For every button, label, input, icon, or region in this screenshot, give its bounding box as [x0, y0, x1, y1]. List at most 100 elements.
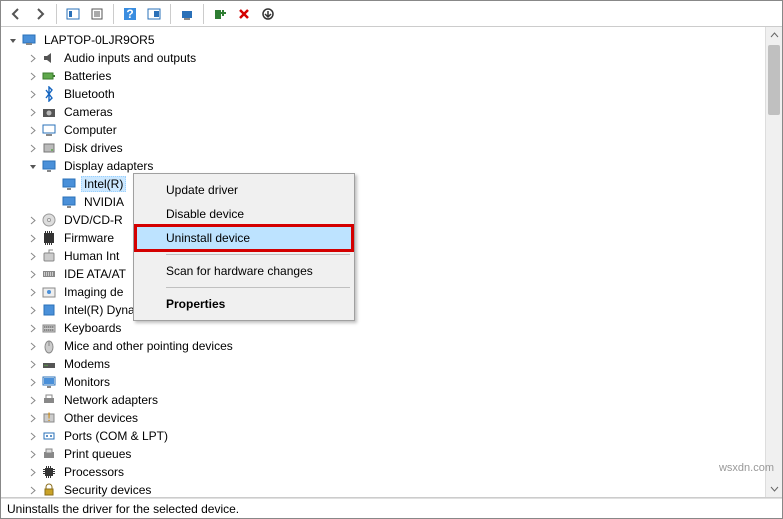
tree-item-root[interactable]: LAPTOP-0LJR9OR5 — [7, 31, 765, 49]
tree-item-display-adapters[interactable]: Display adapters — [7, 157, 765, 175]
dvd-icon — [41, 212, 57, 228]
chevron-right-icon[interactable] — [27, 250, 39, 262]
tree-item-monitors[interactable]: Monitors — [7, 373, 765, 391]
disk-icon — [41, 140, 57, 156]
properties-button[interactable] — [86, 3, 108, 25]
chevron-right-icon[interactable] — [27, 88, 39, 100]
chevron-right-icon[interactable] — [27, 52, 39, 64]
uninstall-button[interactable] — [233, 3, 255, 25]
tree-item-keyboards[interactable]: Keyboards — [7, 319, 765, 337]
chevron-right-icon[interactable] — [27, 394, 39, 406]
update-driver-button[interactable] — [257, 3, 279, 25]
tree-item-label: NVIDIA — [81, 195, 127, 209]
menu-item-update-driver[interactable]: Update driver — [136, 178, 352, 202]
menu-item-disable-device[interactable]: Disable device — [136, 202, 352, 226]
tree-item-label: Monitors — [61, 375, 113, 389]
display-icon — [61, 194, 77, 210]
menu-item-label: Disable device — [166, 207, 244, 221]
tree-item-other-devices[interactable]: ! Other devices — [7, 409, 765, 427]
tree-item-ports-com-lpt[interactable]: Ports (COM & LPT) — [7, 427, 765, 445]
tree-item-firmware[interactable]: Firmware — [7, 229, 765, 247]
forward-button[interactable] — [29, 3, 51, 25]
chevron-right-icon[interactable] — [27, 268, 39, 280]
chevron-right-icon[interactable] — [27, 106, 39, 118]
tree-item-label: Print queues — [61, 447, 134, 461]
chevron-right-icon — [47, 178, 59, 190]
chevron-right-icon[interactable] — [27, 142, 39, 154]
tree-item-label: Intel(R) — [81, 176, 126, 192]
chevron-right-icon[interactable] — [27, 70, 39, 82]
show-hidden-button[interactable] — [62, 3, 84, 25]
chevron-right-icon[interactable] — [27, 484, 39, 496]
back-button[interactable] — [5, 3, 27, 25]
tree-item-bluetooth[interactable]: Bluetooth — [7, 85, 765, 103]
chevron-right-icon[interactable] — [27, 340, 39, 352]
chevron-down-icon[interactable] — [27, 160, 39, 172]
svg-text:!: ! — [47, 410, 50, 424]
chevron-right-icon[interactable] — [27, 358, 39, 370]
tree-item-print-queues[interactable]: Print queues — [7, 445, 765, 463]
tree-item-dvd-cd-r[interactable]: DVD/CD-R — [7, 211, 765, 229]
menu-item-uninstall-device[interactable]: Uninstall device — [136, 226, 352, 250]
firmware-icon — [41, 230, 57, 246]
tree-item-label: Mice and other pointing devices — [61, 339, 236, 353]
separator-icon — [113, 4, 114, 24]
device-tree[interactable]: LAPTOP-0LJR9OR5 Audio inputs and outputs B… — [1, 27, 765, 497]
scrollbar-thumb[interactable] — [768, 45, 780, 115]
separator-icon — [203, 4, 204, 24]
chevron-right-icon[interactable] — [27, 304, 39, 316]
view-button[interactable] — [143, 3, 165, 25]
chevron-right-icon[interactable] — [27, 448, 39, 460]
status-bar: Uninstalls the driver for the selected d… — [1, 498, 782, 518]
tree-item-network-adapters[interactable]: Network adapters — [7, 391, 765, 409]
chevron-down-icon[interactable] — [7, 34, 19, 46]
tree-item-modems[interactable]: Modems — [7, 355, 765, 373]
battery-icon — [41, 68, 57, 84]
add-legacy-button[interactable] — [209, 3, 231, 25]
chevron-right-icon[interactable] — [27, 466, 39, 478]
tree-item-audio-inputs-and-outputs[interactable]: Audio inputs and outputs — [7, 49, 765, 67]
tree-item-computer[interactable]: Computer — [7, 121, 765, 139]
svg-text:?: ? — [126, 7, 133, 21]
tree-item-imaging-de[interactable]: Imaging de — [7, 283, 765, 301]
tree-item-label: IDE ATA/AT — [61, 267, 129, 281]
tree-item-processors[interactable]: Processors — [7, 463, 765, 481]
menu-item-properties[interactable]: Properties — [136, 292, 352, 316]
tree-item-label: Cameras — [61, 105, 116, 119]
tree-item-ide-ata-at[interactable]: IDE ATA/AT — [7, 265, 765, 283]
help-button[interactable]: ? — [119, 3, 141, 25]
tree-item-cameras[interactable]: Cameras — [7, 103, 765, 121]
chevron-right-icon[interactable] — [27, 322, 39, 334]
tree-item-intel-r-[interactable]: Intel(R) — [7, 175, 765, 193]
scroll-down-icon[interactable] — [766, 480, 782, 497]
scroll-up-icon[interactable] — [766, 27, 782, 44]
tree-item-security-devices[interactable]: Security devices — [7, 481, 765, 497]
imaging-icon — [41, 284, 57, 300]
tree-item-label: Audio inputs and outputs — [61, 51, 199, 65]
processor-icon — [41, 464, 57, 480]
chevron-right-icon[interactable] — [27, 124, 39, 136]
chevron-right-icon[interactable] — [27, 376, 39, 388]
scan-hardware-button[interactable] — [176, 3, 198, 25]
tree-item-mice-and-other-pointing-devices[interactable]: Mice and other pointing devices — [7, 337, 765, 355]
context-menu: Update driver Disable device Uninstall dev… — [133, 173, 355, 321]
chevron-right-icon[interactable] — [27, 412, 39, 424]
chevron-right-icon[interactable] — [27, 430, 39, 442]
separator-icon — [56, 4, 57, 24]
chevron-right-icon[interactable] — [27, 214, 39, 226]
tree-item-human-int[interactable]: Human Int — [7, 247, 765, 265]
tree-item-label: Other devices — [61, 411, 141, 425]
chevron-right-icon[interactable] — [27, 232, 39, 244]
tree-item-intel-r-dynamic-platform-and-thermal-framework[interactable]: Intel(R) Dynamic Platform and Thermal Fr… — [7, 301, 765, 319]
tree-item-label: Human Int — [61, 249, 122, 263]
tree-item-disk-drives[interactable]: Disk drives — [7, 139, 765, 157]
tree-item-nvidia[interactable]: NVIDIA — [7, 193, 765, 211]
vertical-scrollbar[interactable] — [765, 27, 782, 497]
tree-item-label: Security devices — [61, 483, 154, 497]
status-text: Uninstalls the driver for the selected d… — [7, 502, 239, 516]
menu-item-scan-for-hardware-changes[interactable]: Scan for hardware changes — [136, 259, 352, 283]
chevron-right-icon[interactable] — [27, 286, 39, 298]
monitor-icon — [41, 374, 57, 390]
network-icon — [41, 392, 57, 408]
tree-item-batteries[interactable]: Batteries — [7, 67, 765, 85]
